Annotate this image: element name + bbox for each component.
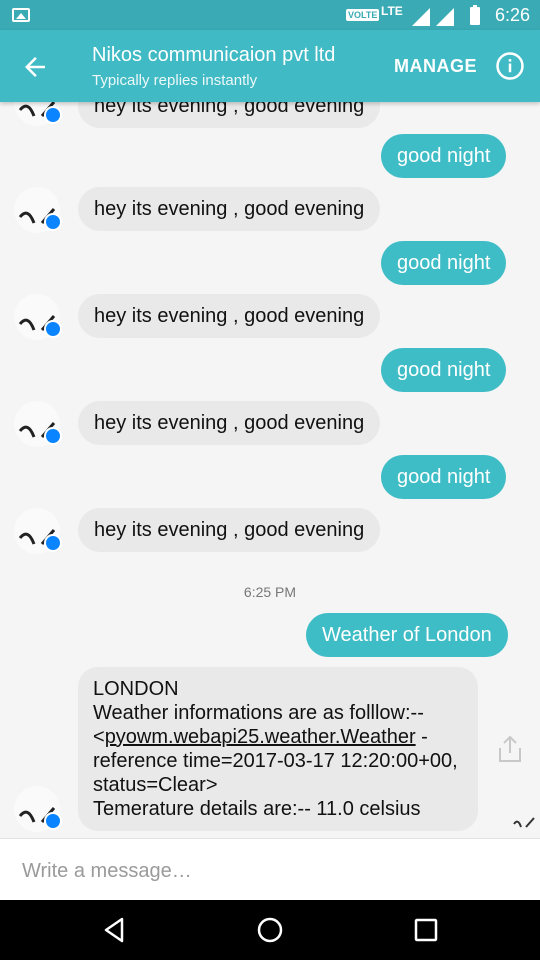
- outgoing-message[interactable]: good night: [381, 455, 507, 499]
- weather-intro: Weather informations are as folllow:--: [93, 702, 424, 724]
- sender-avatar[interactable]: [14, 102, 62, 126]
- sender-avatar[interactable]: [14, 401, 62, 447]
- system-nav-bar: [0, 900, 540, 960]
- signal-icon: [412, 8, 430, 26]
- weather-object-line: <pyowm.webapi25.weather.Weather -: [93, 725, 463, 749]
- share-icon[interactable]: [496, 734, 524, 764]
- status-bar: VOLTE LTE 6:26: [0, 0, 540, 30]
- arrow-left-icon[interactable]: [20, 52, 50, 82]
- weather-city: LONDON: [93, 678, 179, 700]
- messenger-badge-icon: [44, 106, 62, 124]
- weather-reference-time: reference time=2017-03-17 12:20:00+00,: [93, 750, 458, 772]
- message-timestamp: 6:25 PM: [243, 584, 297, 600]
- incoming-message[interactable]: hey its evening , good evening: [78, 102, 381, 128]
- message-input[interactable]: [20, 853, 504, 889]
- messenger-badge-icon: [44, 213, 62, 231]
- sender-avatar[interactable]: [14, 187, 62, 233]
- nav-recents-icon[interactable]: [412, 916, 440, 944]
- incoming-message[interactable]: hey its evening , good evening: [78, 187, 381, 231]
- nav-back-icon[interactable]: [100, 916, 128, 944]
- message-composer: [0, 838, 540, 901]
- outgoing-message[interactable]: good night: [381, 134, 507, 178]
- volte-badge: VOLTE: [346, 9, 380, 21]
- weather-status: status=Clear>: [93, 774, 218, 796]
- weather-temperature: Temerature details are:-- 11.0 celsius: [93, 798, 421, 820]
- image-notification-icon: [12, 8, 30, 22]
- seen-avatar-icon: [513, 817, 535, 828]
- chat-header: Nikos communicaion pvt ltd Typically rep…: [0, 30, 540, 102]
- battery-icon: [470, 5, 480, 25]
- status-time: 6:26: [495, 5, 531, 25]
- messenger-badge-icon: [44, 534, 62, 552]
- network-type-label: LTE: [381, 4, 403, 18]
- sender-avatar[interactable]: [14, 786, 62, 832]
- sender-avatar[interactable]: [14, 508, 62, 554]
- incoming-message[interactable]: hey its evening , good evening: [78, 508, 381, 552]
- manage-button[interactable]: MANAGE: [394, 56, 477, 77]
- incoming-message[interactable]: hey its evening , good evening: [78, 401, 381, 445]
- signal-icon-2: [436, 8, 454, 26]
- weather-object-prefix: <: [93, 726, 105, 748]
- messenger-badge-icon: [44, 427, 62, 445]
- page-title: Nikos communicaion pvt ltd: [92, 44, 336, 66]
- outgoing-message[interactable]: good night: [381, 241, 507, 285]
- sender-avatar[interactable]: [14, 294, 62, 340]
- messenger-badge-icon: [44, 812, 62, 830]
- outgoing-message[interactable]: good night: [381, 348, 507, 392]
- weather-reply-message[interactable]: LONDON Weather informations are as folll…: [78, 667, 478, 831]
- outgoing-message[interactable]: Weather of London: [306, 613, 508, 657]
- message-list[interactable]: hey its evening , good evening good nigh…: [0, 102, 540, 838]
- incoming-message[interactable]: hey its evening , good evening: [78, 294, 381, 338]
- messenger-badge-icon: [44, 320, 62, 338]
- info-icon[interactable]: [495, 51, 525, 81]
- weather-object-link[interactable]: pyowm.webapi25.weather.Weather: [105, 726, 416, 748]
- weather-object-suffix: -: [415, 726, 428, 748]
- nav-home-icon[interactable]: [256, 916, 284, 944]
- page-subtitle: Typically replies instantly: [92, 72, 258, 89]
